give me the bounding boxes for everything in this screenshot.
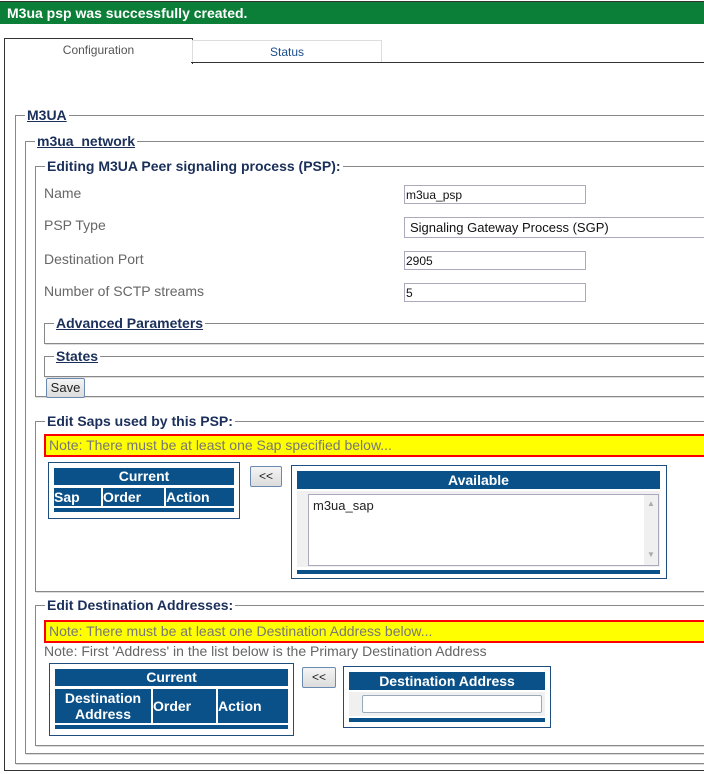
add-sap-button[interactable]: << [250, 466, 282, 487]
current-header: Current [55, 669, 288, 686]
table-footer [297, 570, 660, 574]
add-address-button[interactable]: << [302, 667, 336, 688]
name-label: Name [44, 185, 82, 201]
psp-type-select[interactable]: Signaling Gateway Process (SGP) [404, 217, 704, 238]
tab-label: Status [269, 45, 305, 59]
primary-note: Note: First 'Address' in the list below … [44, 643, 487, 659]
table-footer [349, 718, 545, 722]
table-footer [54, 508, 234, 512]
advanced-parameters-link[interactable]: Advanced Parameters [54, 314, 206, 332]
psp-type-label: PSP Type [44, 217, 106, 233]
tab-status[interactable]: Status [192, 40, 382, 63]
name-input[interactable] [404, 185, 586, 204]
current-saps-table: Current Sap Order Action [48, 462, 240, 519]
network-link[interactable]: m3ua_network [35, 132, 138, 150]
states-link[interactable]: States [54, 347, 101, 365]
destination-address-input[interactable] [362, 695, 542, 713]
dest-address-table: Destination Address [343, 666, 551, 728]
tab-divider [191, 62, 704, 63]
col-action: Action [218, 689, 288, 723]
states-fieldset: States [44, 347, 704, 377]
saps-note: Note: There must be at least one Sap spe… [44, 434, 704, 457]
col-destination-address: Destination Address [55, 689, 151, 723]
sctp-streams-input[interactable] [404, 283, 586, 302]
table-footer [55, 725, 288, 729]
col-order: Order [153, 689, 216, 723]
available-saps-table: Available m3ua_sap ▲ ▼ [291, 465, 667, 579]
current-header: Current [54, 468, 234, 485]
col-action: Action [166, 488, 234, 506]
m3ua-link[interactable]: M3UA [25, 106, 69, 124]
tab-label: Configuration [62, 43, 135, 57]
col-sap: Sap [54, 488, 101, 506]
dest-port-label: Destination Port [44, 251, 144, 267]
address-header: Destination Address [349, 672, 545, 690]
success-banner: M3ua psp was successfully created. [0, 1, 704, 24]
current-dest-table: Current Destination Address Order Action [49, 663, 294, 736]
tab-configuration[interactable]: Configuration [4, 38, 193, 64]
saps-title: Edit Saps used by this PSP: [45, 412, 235, 430]
available-header: Available [297, 471, 660, 489]
save-button[interactable]: Save [46, 378, 85, 398]
advanced-fieldset: Advanced Parameters [44, 314, 704, 344]
sctp-streams-label: Number of SCTP streams [44, 283, 205, 299]
dest-note: Note: There must be at least one Destina… [44, 620, 704, 643]
available-listbox[interactable]: m3ua_sap ▲ ▼ [308, 494, 659, 566]
dest-title: Edit Destination Addresses: [45, 596, 236, 614]
list-item[interactable]: m3ua_sap [309, 495, 658, 516]
col-order: Order [103, 488, 164, 506]
scrollbar[interactable]: ▲ ▼ [644, 495, 658, 565]
editing-title: Editing M3UA Peer signaling process (PSP… [45, 157, 343, 175]
dest-port-input[interactable] [404, 251, 586, 270]
